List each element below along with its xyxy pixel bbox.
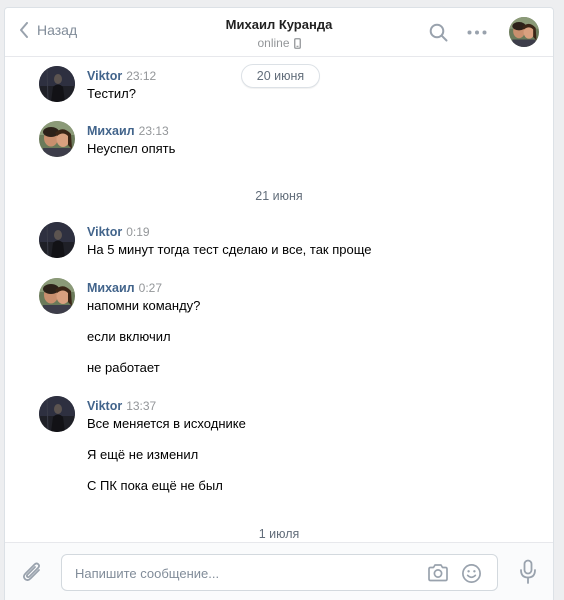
message-text: Все меняется в исходнике [87,416,246,431]
message-body: Михаил 0:27 напомни команду? если включил… [87,280,507,375]
message-input[interactable]: Напишите сообщение... [61,554,498,591]
message-author[interactable]: Михаил [87,281,135,295]
peer-status-text: online [257,36,290,50]
message-history[interactable]: 20 июня Viktor 23:12 Тестил? Михаил 23:13 … [5,57,553,543]
message-time[interactable]: 13:37 [126,399,156,413]
mikhail-avatar[interactable] [39,278,75,314]
message-body: Viktor 0:19 На 5 минут тогда тест сделаю … [87,224,507,257]
message-body: Viktor 13:37 Все меняется в исходнике Я е… [87,398,507,493]
paperclip-icon[interactable] [21,559,43,585]
message-text: Я ещё не изменил [87,447,199,462]
peer-status: online [5,36,553,50]
message-time[interactable]: 23:12 [126,69,156,83]
message-text: напомни команду? [87,298,201,313]
more-icon[interactable] [467,30,487,35]
message-text: Тестил? [87,86,136,101]
date-separator: 1 июля [258,527,300,541]
mikhail-avatar[interactable] [39,121,75,157]
message-author[interactable]: Михаил [87,124,135,138]
message-time[interactable]: 0:27 [139,281,162,295]
message-body: Михаил 23:13 Неуспел опять [87,123,507,156]
message-text: не работает [87,360,160,375]
floating-date-badge: 20 июня [241,64,320,88]
peer-avatar[interactable] [509,17,539,47]
date-separator: 21 июня [255,189,303,203]
message-input-placeholder: Напишите сообщение... [75,566,220,581]
viktor-avatar[interactable] [39,66,75,102]
message-author[interactable]: Viktor [87,69,122,83]
viktor-avatar[interactable] [39,396,75,432]
message-author[interactable]: Viktor [87,399,122,413]
message-text: С ПК пока ещё не был [87,478,223,493]
message-time[interactable]: 0:19 [126,225,149,239]
message-text: На 5 минут тогда тест сделаю и все, так … [87,242,372,257]
message-text: Неуспел опять [87,141,176,156]
message-composer: Напишите сообщение... [5,542,553,600]
viktor-avatar[interactable] [39,222,75,258]
chat-header: Назад Михаил Куранда online [5,8,553,57]
mobile-phone-icon [293,37,301,49]
search-icon[interactable] [429,23,448,42]
message-time[interactable]: 23:13 [139,124,169,138]
chat-panel: Назад Михаил Куранда online 20 июня Vikt… [4,7,554,600]
message-text: если включил [87,329,171,344]
smile-icon[interactable] [461,563,482,584]
camera-icon[interactable] [427,563,449,583]
message-author[interactable]: Viktor [87,225,122,239]
microphone-icon[interactable] [519,559,537,585]
